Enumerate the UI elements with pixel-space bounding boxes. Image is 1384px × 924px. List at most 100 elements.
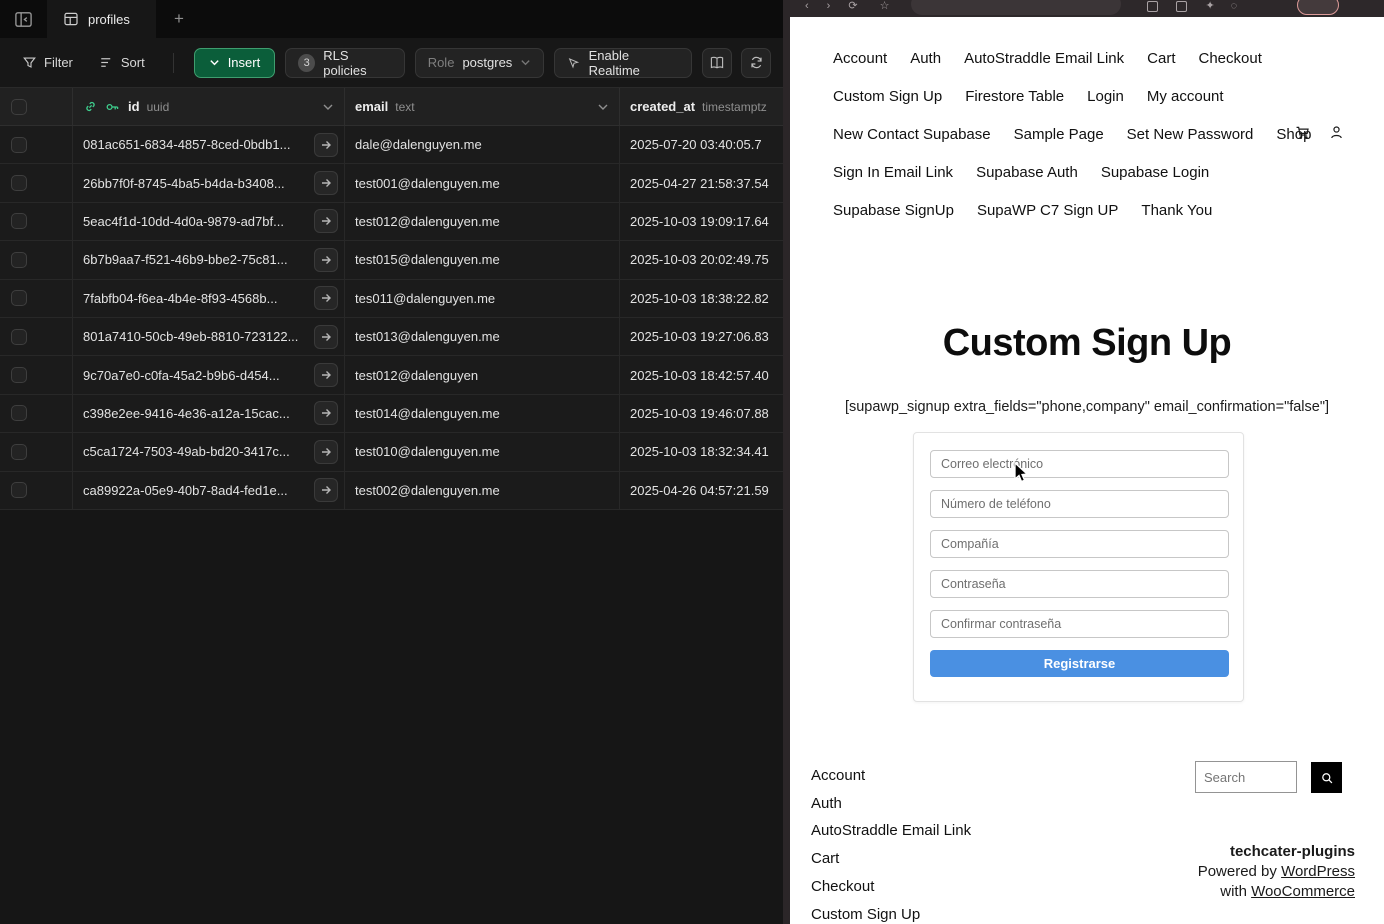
enable-realtime-button[interactable]: Enable Realtime xyxy=(554,48,692,78)
woocommerce-link[interactable]: WooCommerce xyxy=(1251,883,1355,900)
expand-row-button[interactable] xyxy=(314,248,338,272)
footer-link-account[interactable]: Account xyxy=(811,762,971,790)
cell-id[interactable]: 801a7410-50cb-49eb-8810-723122... xyxy=(73,318,345,355)
nav-link-cart[interactable]: Cart xyxy=(1147,50,1175,67)
expand-row-button[interactable] xyxy=(314,478,338,502)
search-button[interactable] xyxy=(1311,762,1342,793)
cell-id[interactable]: 26bb7f0f-8745-4ba5-b4da-b3408... xyxy=(73,164,345,201)
cell-created-at[interactable]: 2025-10-03 18:38:22.82 xyxy=(620,280,783,317)
nav-link-supabase-signup[interactable]: Supabase SignUp xyxy=(833,202,954,219)
tab-profiles[interactable]: profiles xyxy=(47,0,156,38)
password-field[interactable] xyxy=(930,570,1229,598)
cell-id[interactable]: ca89922a-05e9-40b7-8ad4-fed1e... xyxy=(73,472,345,509)
nav-link-sign-in-email-link[interactable]: Sign In Email Link xyxy=(833,164,953,181)
cell-email[interactable]: test013@dalenguyen.me xyxy=(345,318,620,355)
cell-created-at[interactable]: 2025-10-03 18:32:34.41 xyxy=(620,433,783,470)
account-icon[interactable] xyxy=(1328,124,1345,141)
phone-field[interactable] xyxy=(930,490,1229,518)
collapse-sidebar-button[interactable] xyxy=(0,0,47,38)
profile-pill[interactable] xyxy=(1297,0,1339,15)
back-icon[interactable]: ‹ xyxy=(805,0,809,12)
chevron-down-icon[interactable] xyxy=(322,101,334,113)
footer-link-cart[interactable]: Cart xyxy=(811,845,971,873)
cell-created-at[interactable]: 2025-07-20 03:40:05.7 xyxy=(620,126,783,163)
reload-icon[interactable]: ⟳ xyxy=(848,0,857,12)
chevron-down-icon[interactable] xyxy=(597,101,609,113)
row-checkbox[interactable] xyxy=(11,482,27,498)
expand-row-button[interactable] xyxy=(314,133,338,157)
cell-created-at[interactable]: 2025-10-03 19:09:17.64 xyxy=(620,203,783,240)
cell-id[interactable]: c398e2ee-9416-4e36-a12a-15cac... xyxy=(73,395,345,432)
company-field[interactable] xyxy=(930,530,1229,558)
cell-id[interactable]: 7fabfb04-f6ea-4b4e-8f93-4568b... xyxy=(73,280,345,317)
nav-link-autostraddle-email-link[interactable]: AutoStraddle Email Link xyxy=(964,50,1124,67)
expand-row-button[interactable] xyxy=(314,171,338,195)
expand-row-button[interactable] xyxy=(314,440,338,464)
api-docs-button[interactable] xyxy=(702,48,732,78)
row-checkbox[interactable] xyxy=(11,405,27,421)
cell-id[interactable]: 9c70a7e0-c0fa-45a2-b9b6-d454... xyxy=(73,356,345,393)
cell-created-at[interactable]: 2025-04-26 04:57:21.59 xyxy=(620,472,783,509)
row-checkbox[interactable] xyxy=(11,213,27,229)
row-checkbox[interactable] xyxy=(11,290,27,306)
nav-link-firestore-table[interactable]: Firestore Table xyxy=(965,88,1064,105)
cell-created-at[interactable]: 2025-10-03 19:27:06.83 xyxy=(620,318,783,355)
expand-row-button[interactable] xyxy=(314,363,338,387)
forward-icon[interactable]: › xyxy=(827,0,831,12)
cell-created-at[interactable]: 2025-10-03 18:42:57.40 xyxy=(620,356,783,393)
cell-email[interactable]: test015@dalenguyen.me xyxy=(345,241,620,278)
address-bar[interactable] xyxy=(911,0,1121,15)
footer-link-auth[interactable]: Auth xyxy=(811,790,971,818)
confirm-password-field[interactable] xyxy=(930,610,1229,638)
row-checkbox[interactable] xyxy=(11,444,27,460)
cell-email[interactable]: test014@dalenguyen.me xyxy=(345,395,620,432)
insert-button[interactable]: Insert xyxy=(194,48,276,78)
nav-link-my-account[interactable]: My account xyxy=(1147,88,1224,105)
expand-row-button[interactable] xyxy=(314,209,338,233)
cell-email[interactable]: test002@dalenguyen.me xyxy=(345,472,620,509)
sort-button[interactable]: Sort xyxy=(91,55,153,70)
cell-email[interactable]: test012@dalenguyen.me xyxy=(345,203,620,240)
nav-link-thank-you[interactable]: Thank You xyxy=(1141,202,1212,219)
nav-link-set-new-password[interactable]: Set New Password xyxy=(1127,126,1254,143)
nav-link-sample-page[interactable]: Sample Page xyxy=(1014,126,1104,143)
nav-link-auth[interactable]: Auth xyxy=(910,50,941,67)
cell-id[interactable]: c5ca1724-7503-49ab-bd20-3417c... xyxy=(73,433,345,470)
cell-email[interactable]: test010@dalenguyen.me xyxy=(345,433,620,470)
expand-row-button[interactable] xyxy=(314,401,338,425)
footer-link-checkout[interactable]: Checkout xyxy=(811,873,971,901)
wordpress-link[interactable]: WordPress xyxy=(1281,863,1355,880)
email-field[interactable] xyxy=(930,450,1229,478)
cell-email[interactable]: test001@dalenguyen.me xyxy=(345,164,620,201)
cell-email[interactable]: test012@dalenguyen xyxy=(345,356,620,393)
cart-icon[interactable] xyxy=(1294,124,1311,141)
rls-policies-button[interactable]: 3 RLS policies xyxy=(285,48,404,78)
role-selector[interactable]: Role postgres xyxy=(415,48,545,78)
cell-created-at[interactable]: 2025-10-03 19:46:07.88 xyxy=(620,395,783,432)
select-all-checkbox[interactable] xyxy=(11,99,27,115)
cell-id[interactable]: 081ac651-6834-4857-8ced-0bdb1... xyxy=(73,126,345,163)
extension-icon[interactable] xyxy=(1176,1,1187,12)
footer-link-autostraddle-email-link[interactable]: AutoStraddle Email Link xyxy=(811,817,971,845)
footer-link-custom-sign-up[interactable]: Custom Sign Up xyxy=(811,901,971,924)
cell-email[interactable]: tes011@dalenguyen.me xyxy=(345,280,620,317)
column-header-created-at[interactable]: created_at timestamptz xyxy=(620,88,783,125)
nav-link-new-contact-supabase[interactable]: New Contact Supabase xyxy=(833,126,991,143)
expand-row-button[interactable] xyxy=(314,286,338,310)
cell-id[interactable]: 5eac4f1d-10dd-4d0a-9879-ad7bf... xyxy=(73,203,345,240)
search-input[interactable] xyxy=(1195,761,1297,793)
bookmark-star-icon[interactable]: ☆ xyxy=(880,0,890,12)
nav-link-login[interactable]: Login xyxy=(1087,88,1124,105)
row-checkbox[interactable] xyxy=(11,175,27,191)
column-header-id[interactable]: id uuid xyxy=(73,88,345,125)
cell-id[interactable]: 6b7b9aa7-f521-46b9-bbe2-75c81... xyxy=(73,241,345,278)
extension-icon[interactable] xyxy=(1147,1,1158,12)
nav-link-custom-sign-up[interactable]: Custom Sign Up xyxy=(833,88,942,105)
row-checkbox[interactable] xyxy=(11,329,27,345)
refresh-button[interactable] xyxy=(741,48,771,78)
nav-link-supabase-auth[interactable]: Supabase Auth xyxy=(976,164,1078,181)
nav-link-supawp-c7-sign-up[interactable]: SupaWP C7 Sign UP xyxy=(977,202,1118,219)
cell-created-at[interactable]: 2025-04-27 21:58:37.54 xyxy=(620,164,783,201)
cell-created-at[interactable]: 2025-10-03 20:02:49.75 xyxy=(620,241,783,278)
expand-row-button[interactable] xyxy=(314,325,338,349)
